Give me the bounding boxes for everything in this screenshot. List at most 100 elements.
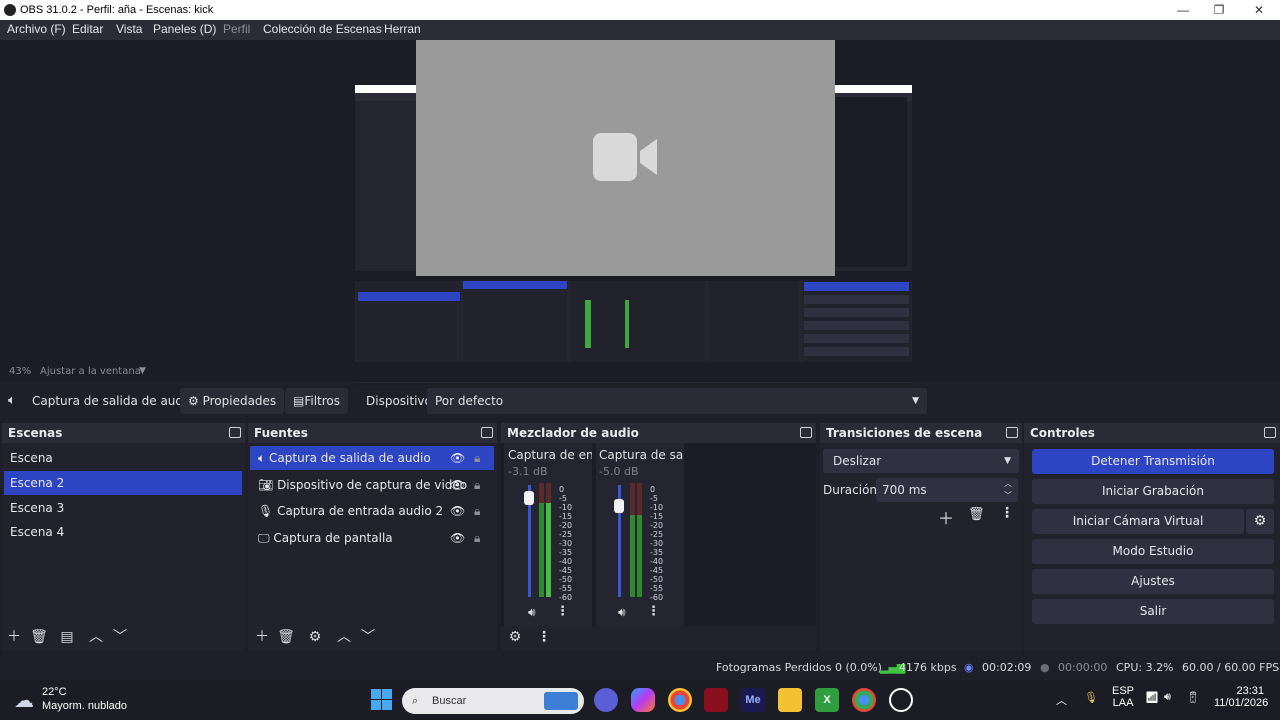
properties-button[interactable]: ⚙ Propiedades: [180, 388, 285, 414]
file-explorer-icon[interactable]: [778, 688, 802, 712]
studio-mode-button[interactable]: Modo Estudio: [1032, 539, 1274, 564]
fps: 60.00 / 60.00 FPS: [1182, 661, 1280, 674]
speaker-icon[interactable]: 🔊︎: [618, 605, 626, 620]
media-encoder-icon[interactable]: Me: [741, 688, 765, 712]
title-bar: OBS 31.0.2 - Perfil: aña - Escenas: kick…: [0, 0, 1280, 20]
microphone-icon[interactable]: 🎙︎: [1084, 691, 1098, 704]
eye-icon[interactable]: 👁︎: [450, 446, 465, 470]
trash-icon[interactable]: 🗑︎: [29, 628, 49, 646]
language-indicator[interactable]: ESP LAA: [1112, 685, 1134, 709]
teams-icon[interactable]: [594, 688, 618, 712]
chrome-icon[interactable]: [668, 688, 692, 712]
move-down-icon[interactable]: ﹀: [358, 628, 378, 646]
menu-editar[interactable]: Editar: [72, 22, 103, 36]
move-up-icon[interactable]: ︿: [334, 628, 354, 646]
tray-chevron-up-icon[interactable]: ︿: [1056, 692, 1067, 708]
weather-icon[interactable]: ☁: [14, 688, 34, 713]
lock-icon[interactable]: 🔒︎: [474, 446, 480, 470]
menu-coleccion-escenas[interactable]: Colección de Escenas: [263, 22, 382, 36]
battery-icon[interactable]: 🔋︎: [1186, 691, 1200, 704]
source-item[interactable]: 🔈︎ Captura de salida de audio 👁︎ 🔒︎: [250, 446, 494, 470]
menu-herramientas[interactable]: Herran: [384, 22, 421, 36]
undock-icon[interactable]: [1006, 427, 1018, 438]
volume-fader-knob[interactable]: [524, 491, 534, 506]
menu-paneles[interactable]: Paneles (D): [153, 22, 216, 36]
gear-icon[interactable]: ⚙: [505, 628, 525, 646]
lock-icon[interactable]: 🔒︎: [474, 499, 480, 523]
scene-item[interactable]: Escena 2: [4, 471, 242, 495]
bitrate: 4176 kbps: [899, 661, 957, 674]
stop-stream-button[interactable]: Detener Transmisión: [1032, 449, 1274, 474]
copilot-icon[interactable]: [631, 688, 655, 712]
app-red-icon[interactable]: [704, 688, 728, 712]
lock-icon[interactable]: 🔒︎: [474, 473, 480, 497]
source-item[interactable]: 🖵︎ Captura de pantalla 👁︎ 🔒︎: [250, 526, 494, 550]
duration-value: 700 ms: [882, 483, 927, 497]
scene-item[interactable]: Escena 4: [4, 520, 242, 544]
minimize-button[interactable]: —: [1164, 0, 1202, 20]
maximize-button[interactable]: ❐: [1200, 0, 1238, 20]
wifi-icon[interactable]: 📶︎: [1145, 691, 1159, 704]
undock-icon[interactable]: [1264, 427, 1276, 438]
exit-button[interactable]: Salir: [1032, 599, 1274, 624]
mixer-channel: Captura de entra -3.1 dB 0-5-10-15-20-25…: [504, 443, 592, 626]
volume-fader-knob[interactable]: [614, 499, 624, 514]
controls-title: Controles: [1030, 426, 1095, 440]
gear-icon[interactable]: ⚙: [305, 628, 325, 646]
windows-start-icon[interactable]: [371, 689, 393, 711]
clock-time: 23:31: [1236, 685, 1264, 697]
start-recording-button[interactable]: Iniciar Grabación: [1032, 479, 1274, 504]
record-icon: ●: [1040, 661, 1050, 674]
kebab-menu-icon[interactable]: ⋮: [556, 604, 569, 619]
add-source-button[interactable]: ＋: [252, 628, 272, 646]
menu-vista[interactable]: Vista: [116, 22, 142, 36]
eye-icon[interactable]: 👁︎: [450, 499, 465, 523]
move-down-icon[interactable]: ﹀: [110, 628, 130, 646]
search-icon: ⌕: [412, 695, 419, 707]
preview-area[interactable]: [0, 40, 1280, 397]
scene-item[interactable]: Escena 3: [4, 496, 242, 520]
scene-item[interactable]: Escena: [4, 446, 242, 470]
filters-label: Filtros: [304, 394, 341, 408]
obs-taskbar-icon[interactable]: [889, 688, 913, 712]
duration-input[interactable]: 700 ms ︿ ﹀: [876, 478, 1018, 502]
taskbar-search[interactable]: ⌕ Buscar: [402, 688, 584, 714]
filters-button[interactable]: ▤Filtros: [285, 388, 349, 414]
add-scene-button[interactable]: ＋: [4, 628, 24, 646]
gear-icon[interactable]: ⚙: [1246, 509, 1274, 534]
excel-icon[interactable]: X: [815, 688, 839, 712]
device-select[interactable]: Por defecto ▼: [427, 388, 927, 414]
transition-select[interactable]: Deslizar ▼: [823, 449, 1019, 473]
move-up-icon[interactable]: ︿: [86, 628, 106, 646]
speaker-icon[interactable]: 🔊︎: [528, 605, 536, 620]
eye-icon[interactable]: 👁︎: [450, 473, 465, 497]
start-virtual-camera-button[interactable]: Iniciar Cámara Virtual: [1032, 509, 1244, 534]
close-button[interactable]: ✕: [1240, 0, 1278, 20]
undock-icon[interactable]: [229, 427, 241, 438]
source-item[interactable]: 🎙︎ Captura de entrada audio 2 👁︎ 🔒︎: [250, 499, 494, 523]
trash-icon[interactable]: 🗑︎: [968, 507, 985, 522]
filter-icon[interactable]: ▤: [57, 628, 77, 646]
transitions-header: Transiciones de escena: [820, 423, 1022, 443]
clock[interactable]: 23:31 11/01/2026: [1214, 685, 1268, 709]
volume-icon[interactable]: 🔊︎: [1164, 691, 1171, 704]
undock-icon[interactable]: [800, 427, 812, 438]
menu-archivo[interactable]: Archivo (F): [7, 22, 66, 36]
chrome-alt-icon[interactable]: [852, 688, 876, 712]
kebab-menu-icon[interactable]: ⋮: [647, 604, 660, 619]
trash-icon[interactable]: 🗑︎: [276, 628, 296, 646]
zoom-dropdown-icon[interactable]: ▼: [139, 366, 146, 376]
menu-bar: Archivo (F) Editar Vista Paneles (D) Per…: [0, 20, 1280, 40]
eye-icon[interactable]: 👁︎: [450, 526, 465, 550]
kebab-menu-icon[interactable]: ⋮: [534, 628, 554, 646]
transition-type: Deslizar: [833, 454, 882, 468]
menu-perfil[interactable]: Perfil: [223, 22, 250, 36]
settings-button[interactable]: Ajustes: [1032, 569, 1274, 594]
source-item[interactable]: 📷︎ Dispositivo de captura de video 👁︎ 🔒︎: [250, 473, 494, 497]
add-transition-button[interactable]: ＋: [938, 505, 954, 529]
audio-mixer-dock: Mezclador de audio Captura de entra -3.1…: [501, 423, 816, 651]
undock-icon[interactable]: [481, 427, 493, 438]
lock-icon[interactable]: 🔒︎: [474, 526, 480, 550]
zoom-fit-label[interactable]: Ajustar a la ventana: [40, 366, 141, 377]
kebab-menu-icon[interactable]: ⋮: [1000, 505, 1014, 521]
